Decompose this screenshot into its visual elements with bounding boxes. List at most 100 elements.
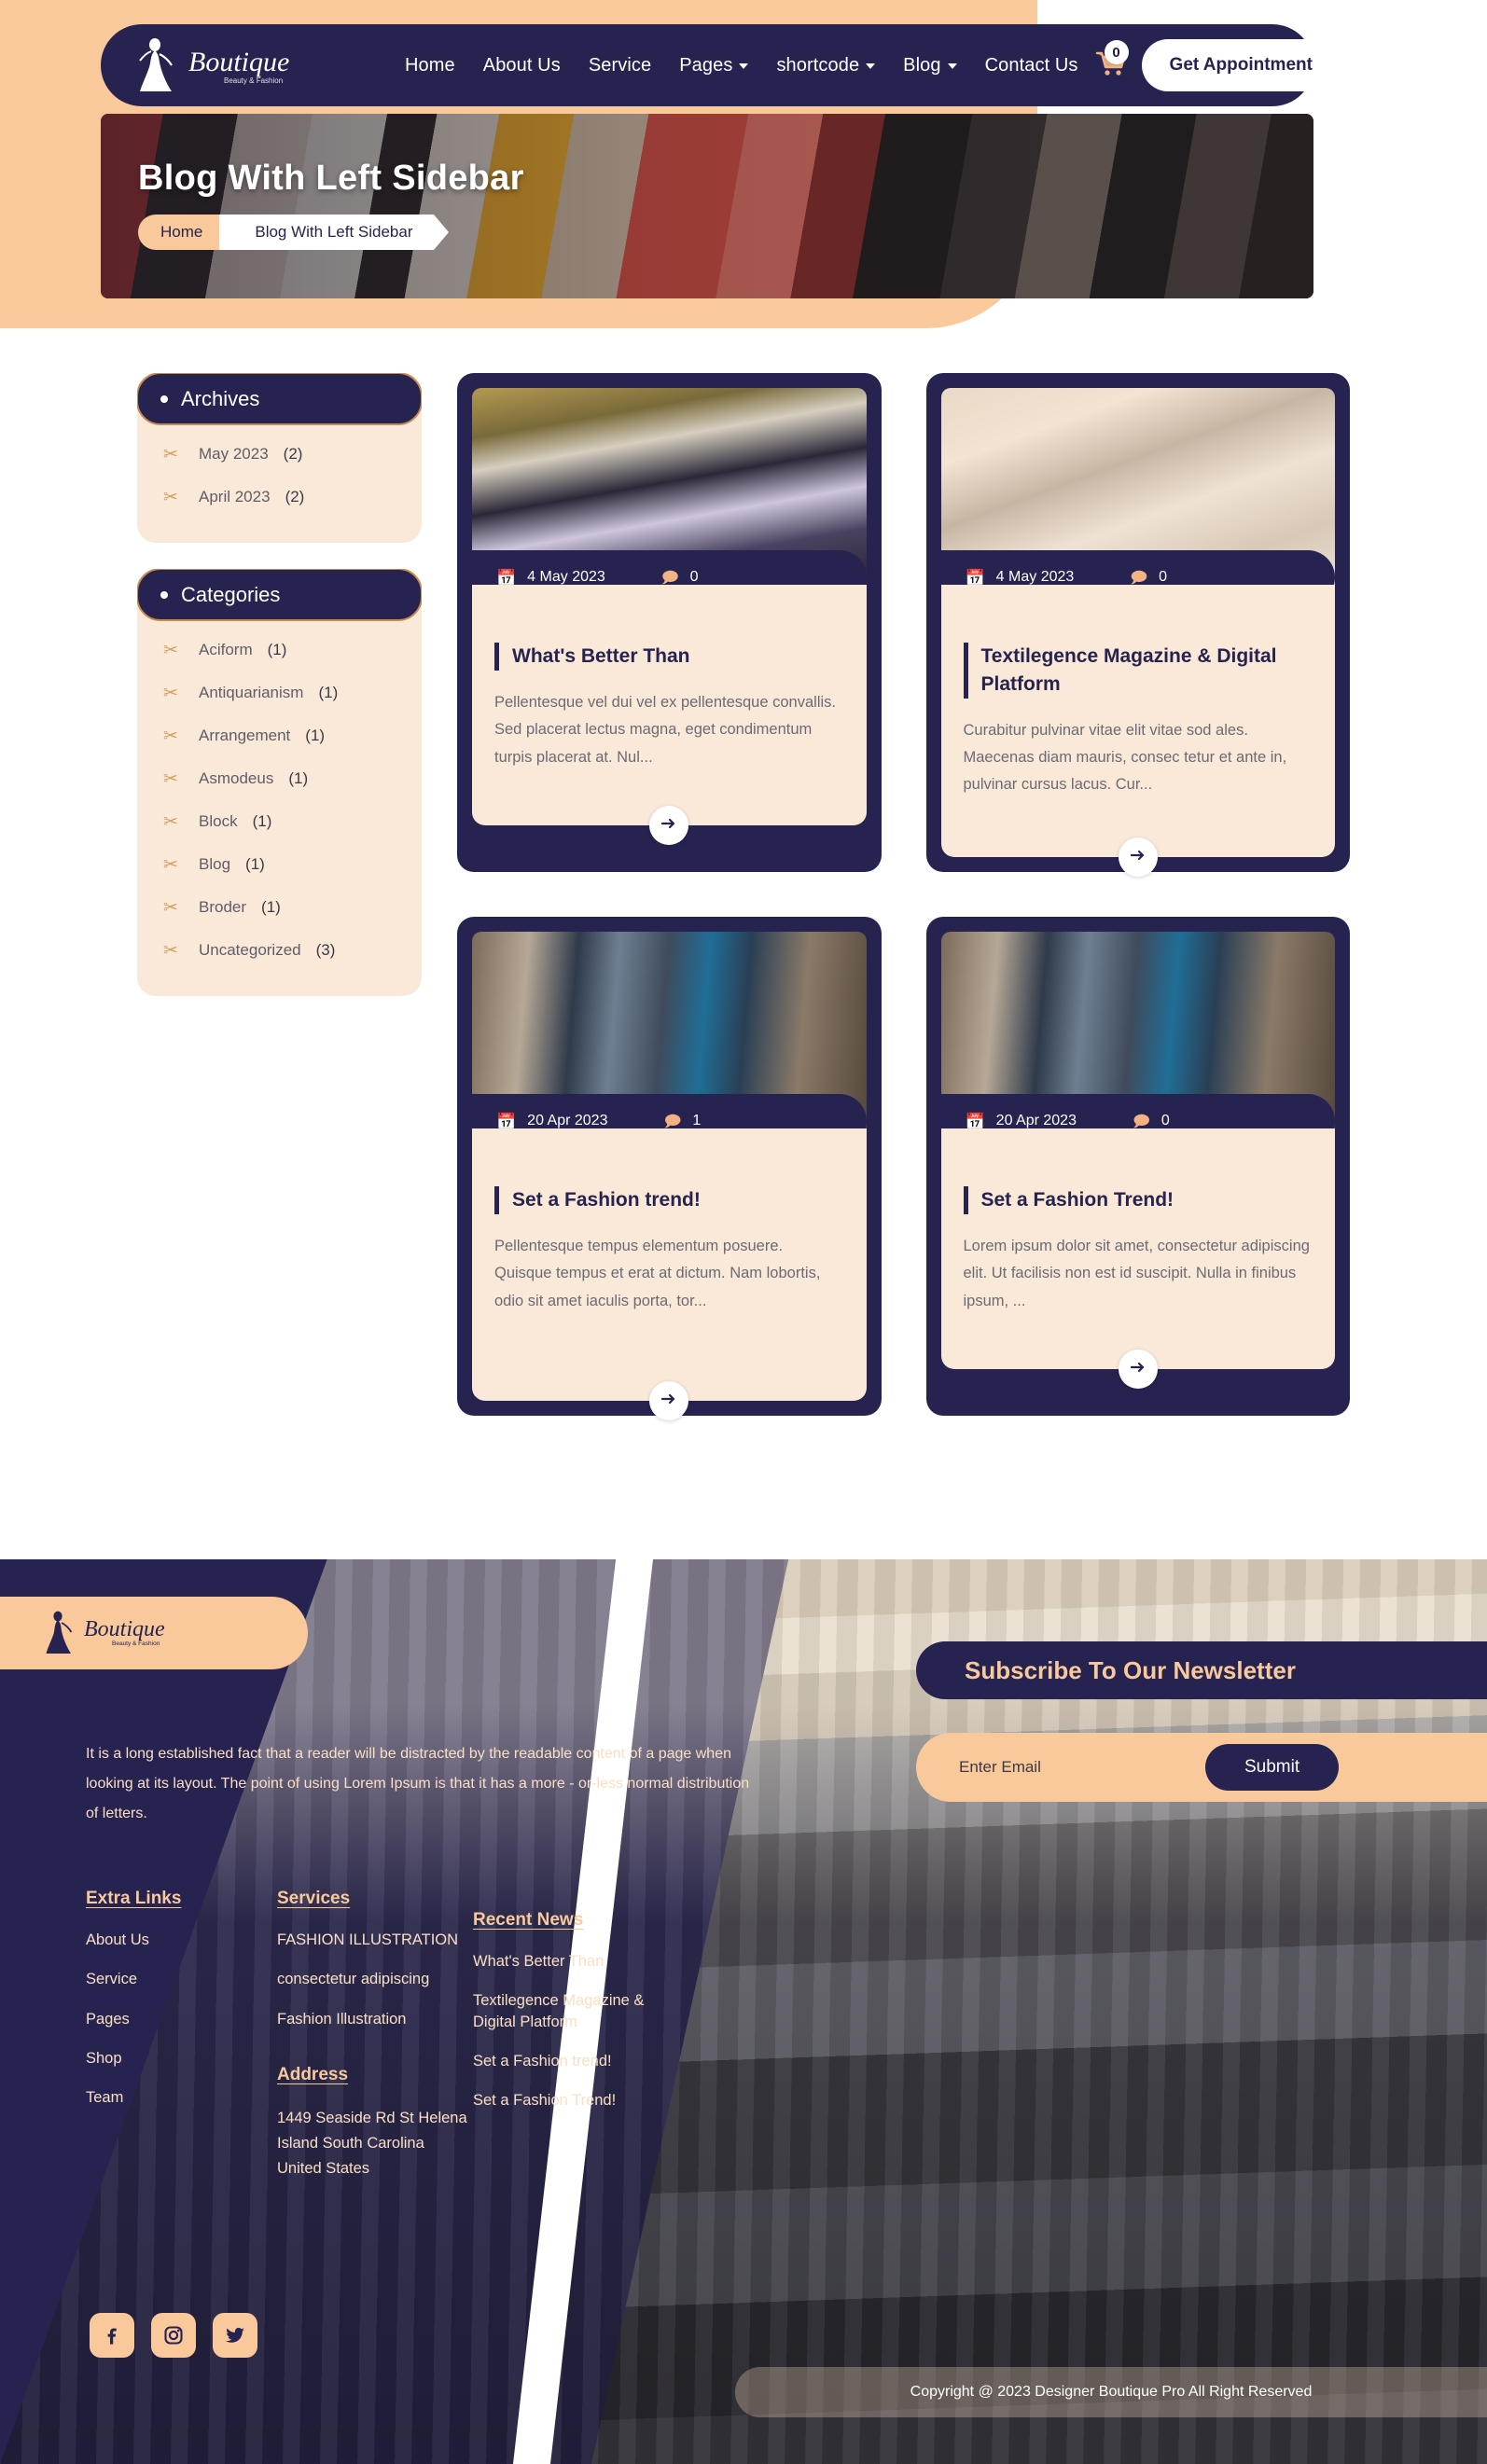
scissors-icon: ✂ [163,940,178,961]
bullet-icon [160,395,168,403]
newsletter-form: Submit [916,1733,1487,1802]
nav-item-service[interactable]: Service [589,55,651,76]
archive-label: May 2023 [199,445,269,463]
nav-item-about-us[interactable]: About Us [483,55,561,76]
scissors-icon: ✂ [163,811,178,832]
nav-item-pages[interactable]: Pages [679,55,749,76]
category-count: (1) [261,898,281,916]
scissors-icon: ✂ [163,726,178,746]
footer-link-service[interactable]: Service [86,1969,277,1989]
footer-link-team[interactable]: Team [86,2087,277,2108]
nav-label: Service [588,54,652,76]
archive-item-april-2023[interactable]: ✂ April 2023 (2) [137,476,422,519]
page-banner: Blog With Left Sidebar Home Blog With Le… [101,114,1313,298]
widget-categories-title: Categories [181,582,281,606]
category-label: Block [199,812,238,830]
category-label: Broder [199,898,247,916]
twitter-icon[interactable] [213,2313,257,2358]
widget-archives: Archives ✂ May 2023 (2) ✂ April 2023 (2) [137,373,422,543]
newsletter-submit-button[interactable]: Submit [1205,1744,1340,1791]
archive-item-may-2023[interactable]: ✂ May 2023 (2) [137,433,422,476]
nav-label: Home [405,54,455,76]
comment-icon: 🗩 [1132,1112,1150,1130]
footer-extra-links-column: Extra Links About Us Service Pages Shop … [86,1889,277,2181]
post-body: Textilegence Magazine & Digital Platform… [940,585,1335,877]
nav-item-contact-us[interactable]: Contact Us [985,55,1078,76]
brand-logo[interactable]: Boutique Beauty & Fashion [134,36,349,94]
category-item-antiquarianism[interactable]: ✂ Antiquarianism (1) [137,671,422,714]
post-body: Set a Fashion Trend! Lorem ipsum dolor s… [940,1128,1335,1389]
category-item-blog[interactable]: ✂ Blog (1) [137,843,422,886]
widget-archives-title: Archives [181,386,260,410]
post-title[interactable]: Set a Fashion trend! [494,1186,842,1214]
post-comment-count: 0 [1160,1113,1170,1128]
footer-link-about-us[interactable]: About Us [86,1930,277,1950]
nav-item-home[interactable]: Home [405,55,455,76]
navbar: Boutique Beauty & Fashion Home About Us … [101,24,1341,106]
category-item-aciform[interactable]: ✂ Aciform (1) [137,629,422,671]
cart-button[interactable]: 0 [1095,40,1129,87]
read-more-button[interactable] [1118,837,1158,877]
scissors-icon: ✂ [163,768,178,789]
category-count: (1) [252,812,272,830]
footer-services-column: Services FASHION ILLUSTRATION consectetu… [277,1889,473,2181]
category-item-arrangement[interactable]: ✂ Arrangement (1) [137,714,422,757]
brand-tagline: Beauty & Fashion [224,76,283,85]
page-title: Blog With Left Sidebar [138,159,524,198]
facebook-icon[interactable] [90,2313,134,2358]
category-label: Uncategorized [199,941,301,959]
post-date: 📅 4 May 2023 [496,569,605,586]
footer-brand-wordmark: Boutique [84,1617,165,1641]
post-title[interactable]: Set a Fashion Trend! [963,1186,1312,1214]
categories-list: ✂ Aciform (1) ✂ Antiquarianism (1) ✂ Arr… [137,621,422,972]
post-excerpt: Curabitur pulvinar vitae elit vitae sod … [963,721,1287,794]
footer-news-set-a-fashion-trend-1[interactable]: Set a Fashion trend! [473,2051,678,2071]
category-item-uncategorized[interactable]: ✂ Uncategorized (3) [137,929,422,972]
post-title[interactable]: Textilegence Magazine & Digital Platform [963,643,1312,699]
post-excerpt: Lorem ipsum dolor sit amet, consectetur … [963,1237,1310,1309]
category-count: (1) [245,855,265,873]
post-comments: 🗩 0 [1133,1113,1170,1129]
nav-item-shortcode[interactable]: shortcode [776,55,876,76]
newsletter-email-input[interactable] [959,1758,1183,1777]
archive-label: April 2023 [199,488,271,505]
breadcrumb-home[interactable]: Home [138,215,239,250]
footer-address-lines: 1449 Seaside Rd St Helena Island South C… [277,2109,467,2178]
footer-service-fashion-illustration-caps[interactable]: FASHION ILLUSTRATION [277,1930,473,1950]
blog-card: 📅 20 Apr 2023 🗩 1 Set a Fashion trend! P… [457,917,882,1420]
read-more-button[interactable] [1118,1350,1158,1389]
instagram-icon[interactable] [151,2313,196,2358]
read-more-button[interactable] [649,806,689,845]
nav-label: Blog [903,54,941,76]
footer-news-textilegence[interactable]: Textilegence Magazine & Digital Platform [473,1990,678,2032]
category-item-asmodeus[interactable]: ✂ Asmodeus (1) [137,757,422,800]
widget-archives-header: Archives [137,373,422,425]
get-appointment-button[interactable]: Get Appointment [1141,39,1341,91]
footer-services-title: Services [277,1889,351,1908]
nav-item-blog[interactable]: Blog [903,54,957,76]
footer-news-whats-better-than[interactable]: What's Better Than [473,1951,678,1972]
footer-news-set-a-fashion-trend-2[interactable]: Set a Fashion Trend! [473,2090,678,2111]
footer-brand-logo[interactable]: Boutique Beauty & Fashion [0,1597,308,1669]
footer-service-consectetur-adipiscing[interactable]: consectetur adipiscing [277,1969,473,1989]
scissors-icon: ✂ [163,444,178,464]
category-item-broder[interactable]: ✂ Broder (1) [137,886,422,929]
scissors-icon: ✂ [163,487,178,507]
post-title[interactable]: What's Better Than [494,643,842,671]
footer-recent-news-title: Recent News [473,1910,584,1930]
comment-icon: 🗩 [660,568,679,587]
footer-description: It is a long established fact that a rea… [86,1746,750,1821]
category-item-block[interactable]: ✂ Block (1) [137,800,422,843]
footer-link-pages[interactable]: Pages [86,2009,277,2029]
post-comment-count: 1 [692,1113,702,1128]
blog-card: 📅 4 May 2023 🗩 0 What's Better Than Pell… [457,373,882,872]
widget-categories: Categories ✂ Aciform (1) ✂ Antiquarianis… [137,569,422,996]
footer-link-shop[interactable]: Shop [86,2048,277,2069]
footer-service-fashion-illustration[interactable]: Fashion Illustration [277,2009,473,2029]
post-comment-count: 0 [689,569,699,585]
read-more-button[interactable] [649,1381,689,1420]
comment-icon: 🗩 [663,1112,682,1130]
category-count: (1) [288,769,309,787]
arrow-right-icon [660,814,678,837]
chevron-down-icon [866,63,876,69]
